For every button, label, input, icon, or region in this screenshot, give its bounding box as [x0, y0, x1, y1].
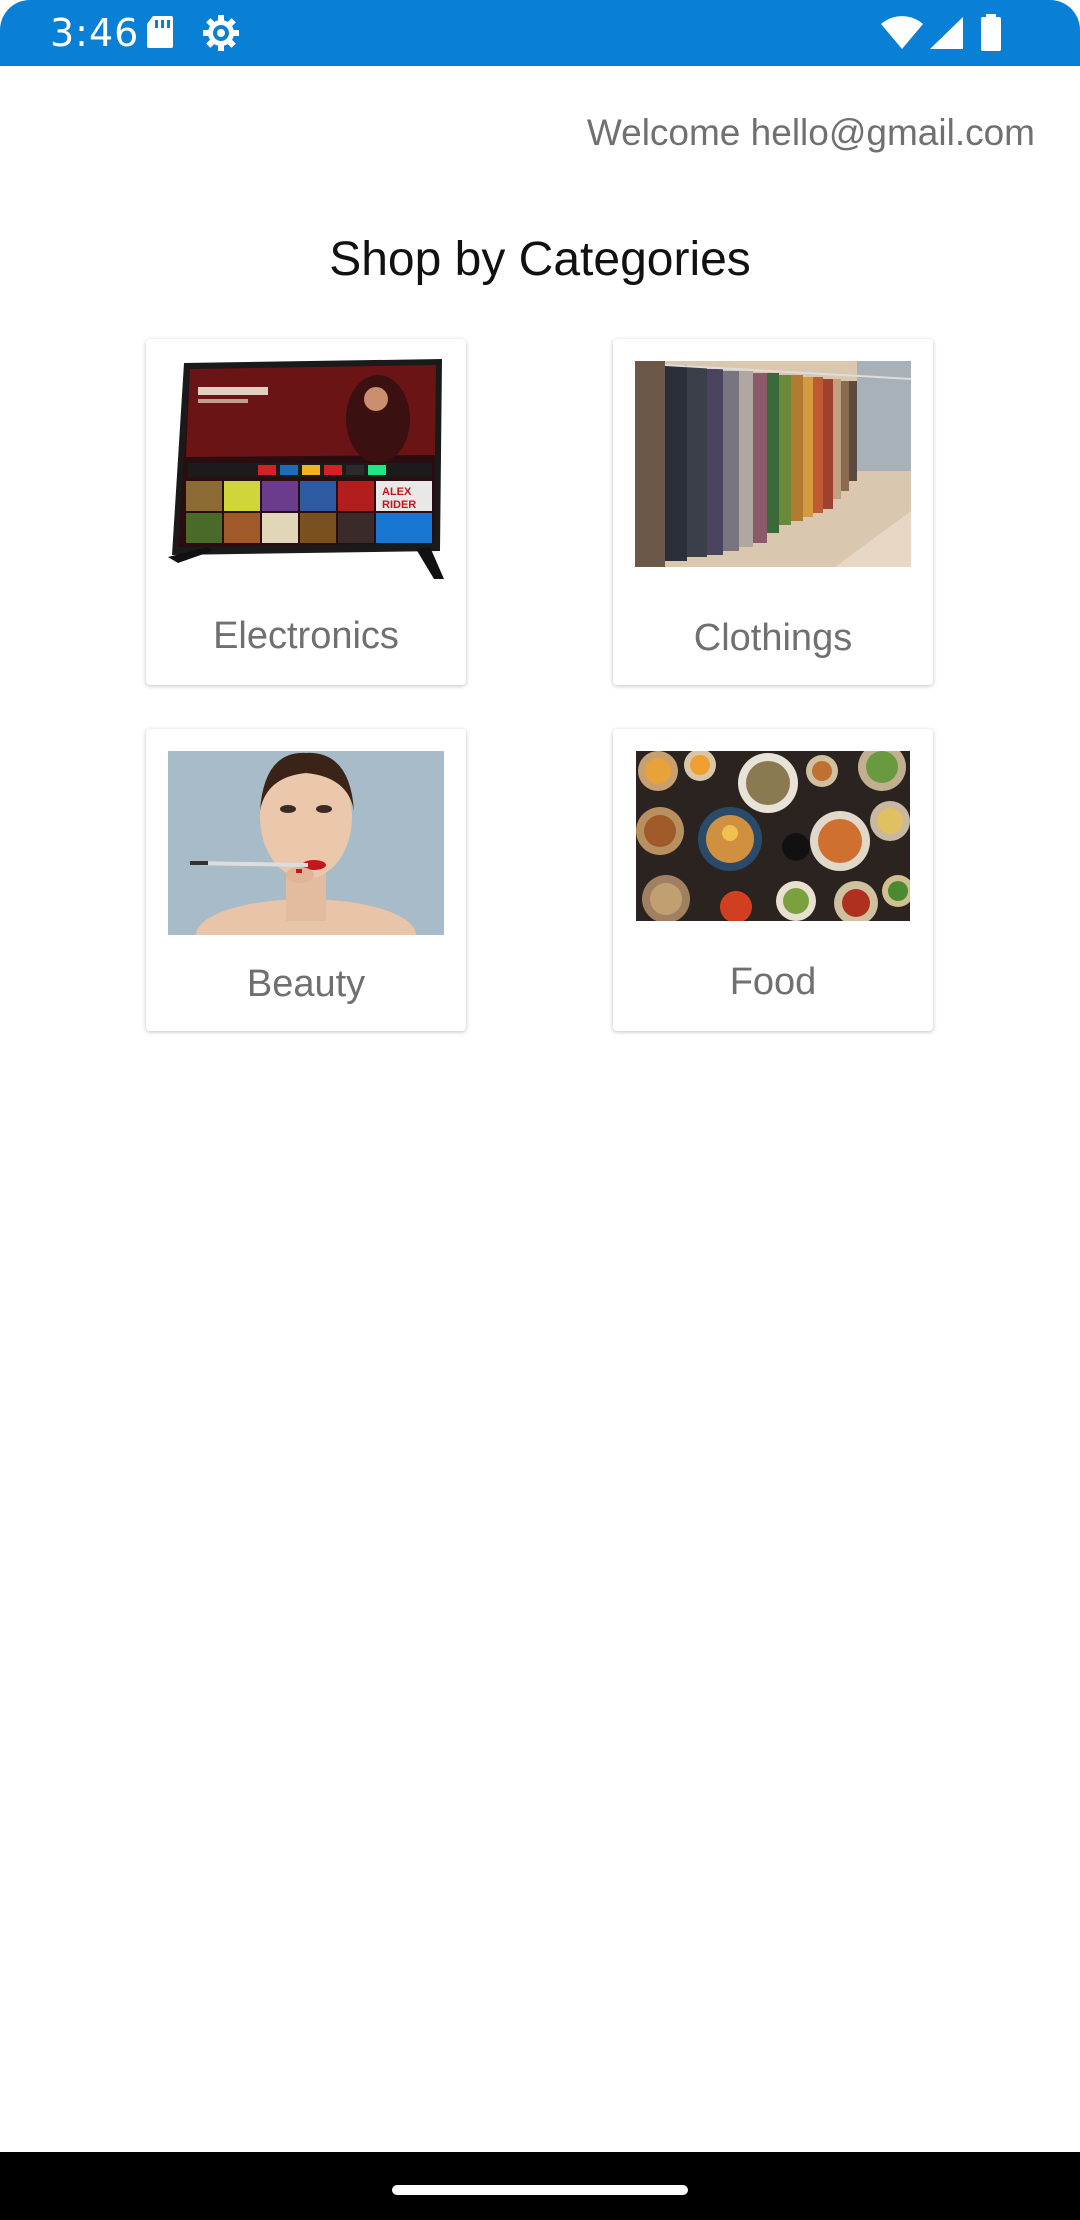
svg-text:RIDER: RIDER — [382, 499, 416, 511]
cell-signal-icon — [930, 17, 963, 49]
category-label: Clothings — [693, 617, 853, 659]
category-card-beauty[interactable]: Beauty — [146, 729, 466, 1031]
category-card-electronics[interactable]: ALEX RIDER Electronics — [146, 339, 466, 685]
category-card-clothings[interactable]: Clothings — [613, 339, 933, 685]
category-label: Electronics — [213, 615, 399, 657]
home-gesture-handle[interactable] — [392, 2185, 688, 2195]
svg-text:ALEX: ALEX — [382, 486, 412, 498]
clothes-rack-image — [635, 361, 911, 567]
page-title: Shop by Categories — [329, 233, 751, 286]
category-label: Beauty — [246, 963, 366, 1005]
status-bar: 3:46 — [0, 0, 1080, 66]
beauty-model-image — [168, 751, 444, 935]
tv-image: ALEX RIDER — [168, 359, 444, 579]
category-card-food[interactable]: Food — [613, 729, 933, 1031]
food-table-image — [636, 751, 910, 921]
welcome-text: Welcome hello@gmail.com — [586, 112, 1035, 153]
battery-icon — [981, 14, 1001, 51]
settings-gear-icon — [203, 15, 239, 51]
status-time: 3:46 — [50, 11, 140, 55]
category-label: Food — [729, 961, 817, 1003]
wifi-icon — [881, 16, 923, 49]
sd-card-icon — [147, 16, 173, 48]
